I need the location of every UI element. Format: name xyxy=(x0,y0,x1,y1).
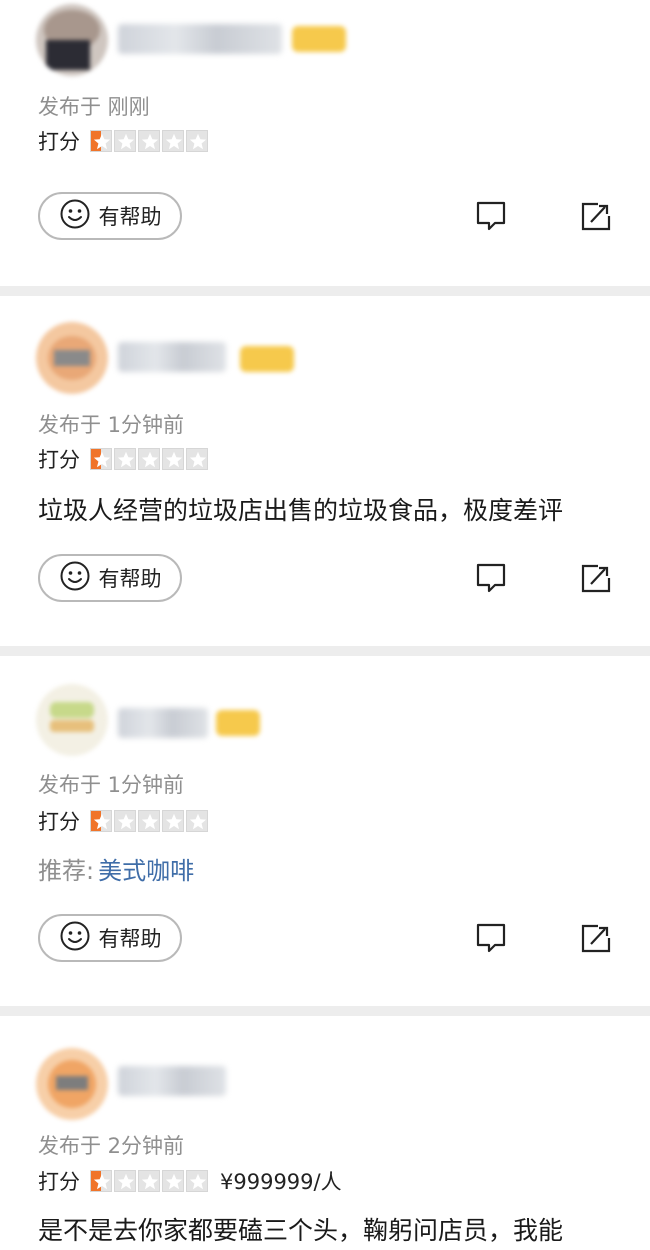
star-icon xyxy=(114,810,136,832)
star-icon xyxy=(162,1170,184,1192)
star-icon xyxy=(138,810,160,832)
helpful-label: 有帮助 xyxy=(98,567,162,591)
recommend-label: 推荐: xyxy=(38,857,95,885)
price-per-person: ¥999999/人 xyxy=(220,1170,342,1194)
star-icon xyxy=(162,130,184,152)
share-icon[interactable] xyxy=(578,198,614,234)
star-icon xyxy=(186,448,208,470)
rating-row: 打分 xyxy=(38,126,208,156)
rating-row: 打分 xyxy=(38,806,208,836)
helpful-button[interactable]: 有帮助 xyxy=(38,554,182,602)
review-text: 是不是去你家都要磕三个头，鞠躬问店员，我能 xyxy=(38,1216,564,1245)
helpful-button[interactable]: 有帮助 xyxy=(38,914,182,962)
star-icon xyxy=(162,810,184,832)
review-feed: 发布于 刚刚 打分 有帮助 发布于 1分钟前 打分 垃圾人经营的垃圾店出售的垃圾… xyxy=(0,0,650,1250)
helpful-label: 有帮助 xyxy=(98,927,162,951)
star-icon xyxy=(114,130,136,152)
comment-icon[interactable] xyxy=(473,560,509,596)
rating-label: 打分 xyxy=(38,448,80,472)
star-rating xyxy=(90,1170,208,1192)
star-icon xyxy=(138,130,160,152)
star-icon xyxy=(138,1170,160,1192)
share-icon[interactable] xyxy=(578,920,614,956)
recommend-row: 推荐: 美式咖啡 xyxy=(38,856,194,886)
publish-time: 发布于 1分钟前 xyxy=(38,773,185,797)
helpful-button[interactable]: 有帮助 xyxy=(38,192,182,240)
avatar[interactable] xyxy=(36,1048,108,1120)
star-icon xyxy=(90,448,112,470)
star-icon xyxy=(138,448,160,470)
comment-icon[interactable] xyxy=(473,920,509,956)
share-icon[interactable] xyxy=(578,560,614,596)
review-text: 垃圾人经营的垃圾店出售的垃圾食品，极度差评 xyxy=(38,496,564,525)
avatar[interactable] xyxy=(36,684,108,756)
rating-row: 打分 xyxy=(38,444,208,474)
star-icon xyxy=(90,810,112,832)
star-icon xyxy=(90,1170,112,1192)
review-card: 发布于 1分钟前 打分 垃圾人经营的垃圾店出售的垃圾食品，极度差评 有帮助 xyxy=(0,296,650,646)
publish-time: 发布于 2分钟前 xyxy=(38,1134,185,1158)
rating-label: 打分 xyxy=(38,810,80,834)
star-rating xyxy=(90,448,208,470)
rating-label: 打分 xyxy=(38,130,80,154)
star-rating xyxy=(90,810,208,832)
star-icon xyxy=(114,1170,136,1192)
recommend-dish-link[interactable]: 美式咖啡 xyxy=(98,857,194,885)
rating-label: 打分 xyxy=(38,1170,80,1194)
publish-time: 发布于 1分钟前 xyxy=(38,413,185,437)
review-card: 发布于 2分钟前 打分 ¥999999/人 是不是去你家都要磕三个头，鞠躬问店员… xyxy=(0,1016,650,1250)
username[interactable] xyxy=(118,342,226,372)
star-rating xyxy=(90,130,208,152)
smile-icon xyxy=(59,560,91,596)
star-icon xyxy=(114,448,136,470)
review-card: 发布于 1分钟前 打分 推荐: 美式咖啡 有帮助 xyxy=(0,656,650,1006)
smile-icon xyxy=(59,198,91,234)
username[interactable] xyxy=(118,708,208,738)
star-icon xyxy=(162,448,184,470)
rating-row: 打分 ¥999999/人 xyxy=(38,1166,342,1196)
star-icon xyxy=(90,130,112,152)
star-icon xyxy=(186,810,208,832)
user-level-badge xyxy=(292,26,346,52)
avatar[interactable] xyxy=(36,4,108,76)
user-level-badge xyxy=(240,346,294,372)
comment-icon[interactable] xyxy=(473,198,509,234)
user-level-badge xyxy=(216,710,260,736)
star-icon xyxy=(186,130,208,152)
helpful-label: 有帮助 xyxy=(98,205,162,229)
username[interactable] xyxy=(118,24,282,54)
review-card: 发布于 刚刚 打分 有帮助 xyxy=(0,0,650,286)
username[interactable] xyxy=(118,1066,226,1096)
smile-icon xyxy=(59,920,91,956)
publish-time: 发布于 刚刚 xyxy=(38,95,150,119)
star-icon xyxy=(186,1170,208,1192)
avatar[interactable] xyxy=(36,322,108,394)
